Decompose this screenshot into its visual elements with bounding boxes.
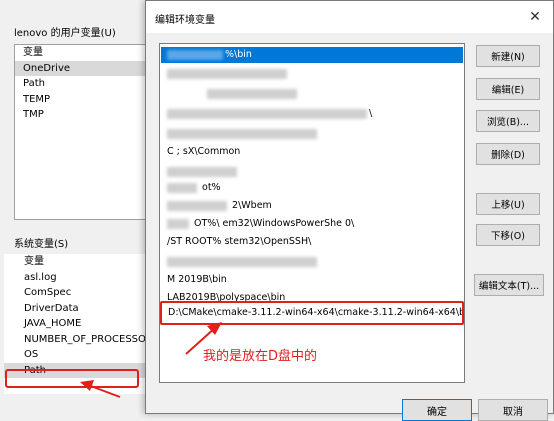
arrow-to-path-var — [87, 384, 121, 398]
annotation-arrows — [80, 322, 222, 398]
arrow-head-path — [80, 380, 94, 391]
